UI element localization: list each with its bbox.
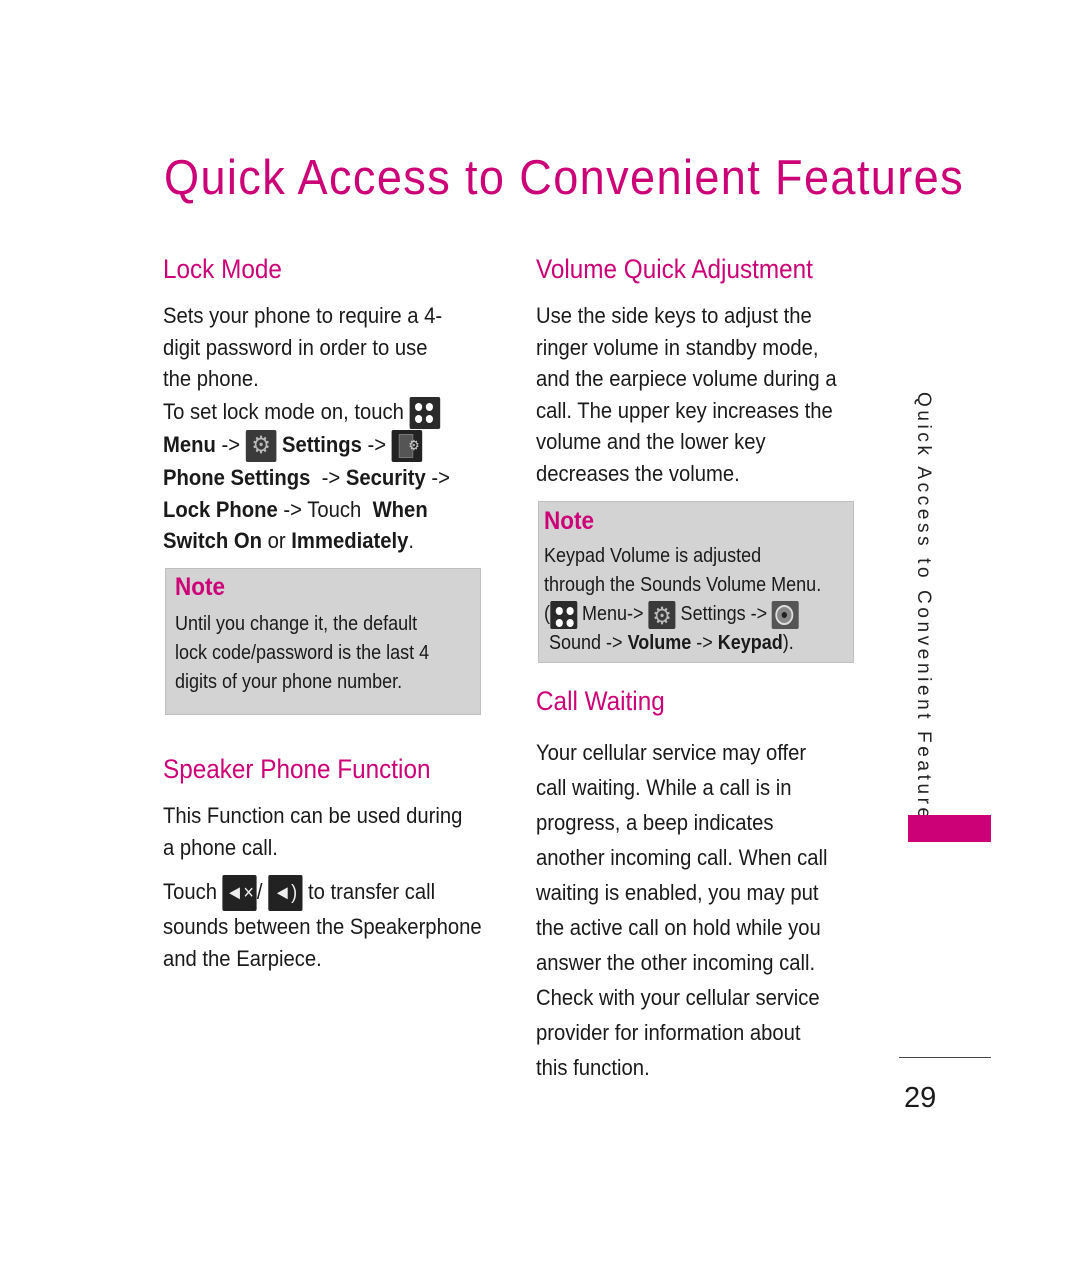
speaker-phone-heading: Speaker Phone Function	[163, 754, 431, 784]
text-line: Sound -> Volume -> Keypad).	[544, 629, 821, 658]
text-line: Sets your phone to require a 4-	[163, 303, 443, 328]
switch-on-label: Switch On	[163, 528, 263, 554]
text-line: digits of your phone number.	[175, 671, 403, 693]
arrow: ->	[431, 465, 451, 491]
menu-label: Menu	[163, 432, 216, 458]
text-line: the phone.	[163, 366, 259, 392]
text-line: Use the side keys to adjust the	[536, 303, 812, 328]
lock-mode-description: Sets your phone to require a 4- digit pa…	[163, 300, 442, 395]
transfer-text: to transfer call	[307, 878, 436, 904]
text-line: ( Menu-> Settings ->	[544, 600, 821, 633]
text-line: this function.	[536, 1055, 650, 1080]
settings-gear-icon	[245, 430, 277, 463]
menu-grid-icon	[409, 397, 441, 430]
period: .	[408, 528, 415, 554]
settings-label: Settings ->	[680, 603, 768, 625]
text-line: Lock Phone -> Touch When	[163, 494, 450, 526]
text-line: another incoming call. When call	[536, 845, 828, 870]
volume-description: Use the side keys to adjust the ringer v…	[536, 300, 837, 490]
keypad-label: Keypad	[717, 632, 783, 654]
lock-mode-heading: Lock Mode	[163, 254, 282, 284]
note-body: Until you change it, the default lock co…	[175, 610, 429, 697]
note-heading: Note	[544, 507, 595, 535]
text-line: To set lock mode on, touch	[163, 396, 450, 430]
immediately-label: Immediately	[291, 528, 409, 554]
paren: (	[544, 603, 551, 625]
speaker-phone-instructions: Touch ◄× / ◄) to transfer call sounds bet…	[163, 875, 482, 975]
text-line: and the Earpiece.	[163, 946, 322, 971]
lock-mode-steps: To set lock mode on, touch Menu -> Setti…	[163, 396, 450, 557]
phone-settings-icon	[391, 430, 423, 463]
page-number: 29	[904, 1082, 937, 1114]
text-line: lock code/password is the last 4	[175, 642, 430, 664]
text-line: digit password in order to use	[163, 334, 428, 360]
text-line: call. The upper key increases the	[536, 397, 833, 423]
text-line: Your cellular service may offer	[536, 740, 807, 765]
speaker-phone-description: This Function can be used during a phone…	[163, 800, 462, 863]
note-heading: Note	[175, 573, 226, 601]
speaker-mute-icon: ◄×	[222, 875, 257, 911]
text-line: Until you change it, the default	[175, 613, 418, 635]
text-line: waiting is enabled, you may put	[536, 880, 819, 905]
sound-label: Sound ->	[549, 632, 623, 654]
text-line: Phone Settings -> Security ->	[163, 462, 450, 494]
call-waiting-description: Your cellular service may offer call wai…	[536, 735, 828, 1085]
when-label: When	[372, 496, 428, 522]
text-line: Touch ◄× / ◄) to transfer call	[163, 875, 482, 911]
paren: ).	[782, 632, 794, 654]
text-line: and the earpiece volume during a	[536, 366, 837, 392]
text-line: answer the other incoming call.	[536, 950, 816, 975]
phone-settings-label: Phone Settings	[163, 465, 311, 491]
text-line: provider for information about	[536, 1020, 801, 1045]
volume-heading: Volume Quick Adjustment	[536, 254, 813, 284]
text-line: the active call on hold while you	[536, 915, 821, 940]
text-line: progress, a beep indicates	[536, 810, 774, 835]
lock-phone-label: Lock Phone	[163, 496, 278, 522]
slash: /	[256, 878, 263, 904]
or-text: or	[267, 528, 286, 554]
text-line: Check with your cellular service	[536, 985, 820, 1010]
text-line: Menu -> Settings ->	[163, 429, 450, 463]
settings-gear-icon	[648, 600, 676, 633]
section-side-tab: Quick Access to Convenient Features	[913, 392, 934, 835]
speaker-on-icon: ◄)	[268, 875, 303, 911]
text-line: through the Sounds Volume Menu.	[544, 574, 822, 596]
text-line: volume and the lower key	[536, 429, 766, 455]
touch-text: Touch	[307, 496, 362, 522]
arrow: ->	[367, 432, 387, 458]
sound-speaker-icon	[772, 600, 800, 629]
arrow: ->	[221, 432, 241, 458]
text-line: sounds between the Speakerphone	[163, 914, 482, 939]
text-line: This Function can be used during	[163, 803, 463, 828]
step-text: To set lock mode on, touch	[163, 399, 404, 424]
menu-grid-icon	[550, 600, 578, 629]
lock-mode-note: Note Until you change it, the default lo…	[165, 568, 481, 715]
volume-note: Note Keypad Volume is adjusted through t…	[538, 501, 854, 663]
touch-text: Touch	[163, 878, 218, 904]
text-line: ringer volume in standby mode,	[536, 334, 819, 360]
text-line: a phone call.	[163, 834, 278, 860]
text-line: Switch On or Immediately.	[163, 525, 450, 557]
arrow: ->	[321, 465, 341, 491]
section-tab-marker	[908, 815, 991, 842]
call-waiting-heading: Call Waiting	[536, 686, 665, 716]
text-line: decreases the volume.	[536, 460, 740, 486]
note-body: Keypad Volume is adjusted through the So…	[544, 542, 821, 658]
footer-rule	[899, 1057, 991, 1058]
text-line: call waiting. While a call is in	[536, 775, 792, 800]
text-line: Keypad Volume is adjusted	[544, 545, 762, 567]
volume-label: Volume	[627, 632, 692, 654]
arrow: ->	[283, 496, 302, 522]
settings-label: Settings	[281, 432, 362, 458]
menu-label: Menu->	[582, 603, 644, 625]
arrow: ->	[696, 632, 713, 654]
security-label: Security	[345, 465, 426, 491]
page-title: Quick Access to Convenient Features	[164, 151, 965, 205]
